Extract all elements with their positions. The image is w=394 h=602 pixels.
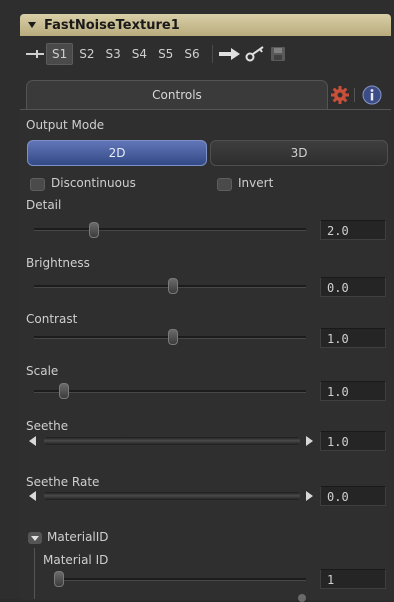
jog-label: Seethe Rate (26, 475, 100, 489)
gear-icon[interactable] (329, 84, 351, 106)
invert-checkbox[interactable] (217, 178, 232, 191)
slider-thumb[interactable] (167, 329, 178, 345)
value-field[interactable]: 1.0 (320, 328, 386, 348)
tool-name: FastNoiseTexture1 (44, 17, 180, 33)
group-label: MaterialID (47, 530, 109, 544)
value-field[interactable]: 0.0 (320, 486, 386, 506)
value-field[interactable]: 1.0 (320, 431, 386, 451)
info-icon[interactable] (361, 84, 383, 106)
slider-track[interactable] (34, 390, 306, 393)
save-disk-icon[interactable] (270, 47, 285, 61)
collapse-triangle-icon[interactable] (28, 22, 36, 28)
tab-controls[interactable]: Controls (26, 80, 328, 111)
material-id-label: Material ID (43, 553, 109, 567)
group-collapse-icon[interactable] (28, 532, 42, 544)
value-field[interactable]: 2.0 (320, 220, 386, 240)
separator (211, 45, 213, 63)
arrow-right-icon[interactable] (306, 491, 313, 501)
value-field[interactable]: 0.0 (320, 277, 386, 297)
slider-marker (298, 594, 306, 602)
tab-separator (354, 88, 355, 102)
tool-header[interactable]: FastNoiseTexture1 (20, 14, 391, 36)
slider-track[interactable] (34, 228, 306, 231)
version-tab-s3[interactable]: S3 (101, 44, 126, 64)
group-indent-bar (34, 548, 35, 599)
version-tab-s6[interactable]: S6 (179, 44, 204, 64)
version-tab-s4[interactable]: S4 (127, 44, 152, 64)
jog-label: Seethe (26, 419, 69, 433)
value-field[interactable]: 1.0 (320, 381, 386, 401)
value-field[interactable]: 1 (320, 569, 386, 589)
slider-label: Contrast (26, 312, 78, 326)
version-tab-s2[interactable]: S2 (74, 44, 99, 64)
arrow-left-icon[interactable] (29, 491, 36, 501)
slider-track[interactable] (54, 578, 306, 581)
jog-wheel[interactable] (44, 437, 300, 445)
invert-label: Invert (238, 176, 274, 190)
version-tab-s5[interactable]: S5 (153, 44, 178, 64)
tab-bar: Controls (20, 80, 391, 111)
jog-wheel[interactable] (44, 492, 300, 500)
slider-label: Brightness (26, 256, 90, 270)
slider-label: Scale (26, 364, 59, 378)
slider-label: Detail (26, 198, 62, 212)
slider-thumb[interactable] (88, 222, 99, 238)
arrow-right-icon[interactable] (218, 47, 241, 61)
arrow-left-icon[interactable] (29, 436, 36, 446)
tool-control-panel: FastNoiseTexture1 S1 S2 S3 S4 S5 S6 Cont… (0, 0, 394, 602)
output-mode-label: Output Mode (26, 118, 105, 132)
discontinuous-checkbox[interactable] (30, 178, 45, 191)
version-tab-s1[interactable]: S1 (46, 43, 74, 65)
pin-icon[interactable] (24, 45, 46, 63)
key-icon[interactable] (245, 46, 265, 62)
slider-thumb[interactable] (54, 571, 65, 587)
discontinuous-label: Discontinuous (51, 176, 136, 190)
output-mode-2d-button[interactable]: 2D (27, 140, 207, 166)
version-row: S1 S2 S3 S4 S5 S6 (20, 40, 391, 68)
slider-thumb[interactable] (58, 383, 69, 399)
slider-thumb[interactable] (167, 278, 178, 294)
output-mode-3d-button[interactable]: 3D (210, 140, 388, 166)
arrow-right-icon[interactable] (306, 436, 313, 446)
